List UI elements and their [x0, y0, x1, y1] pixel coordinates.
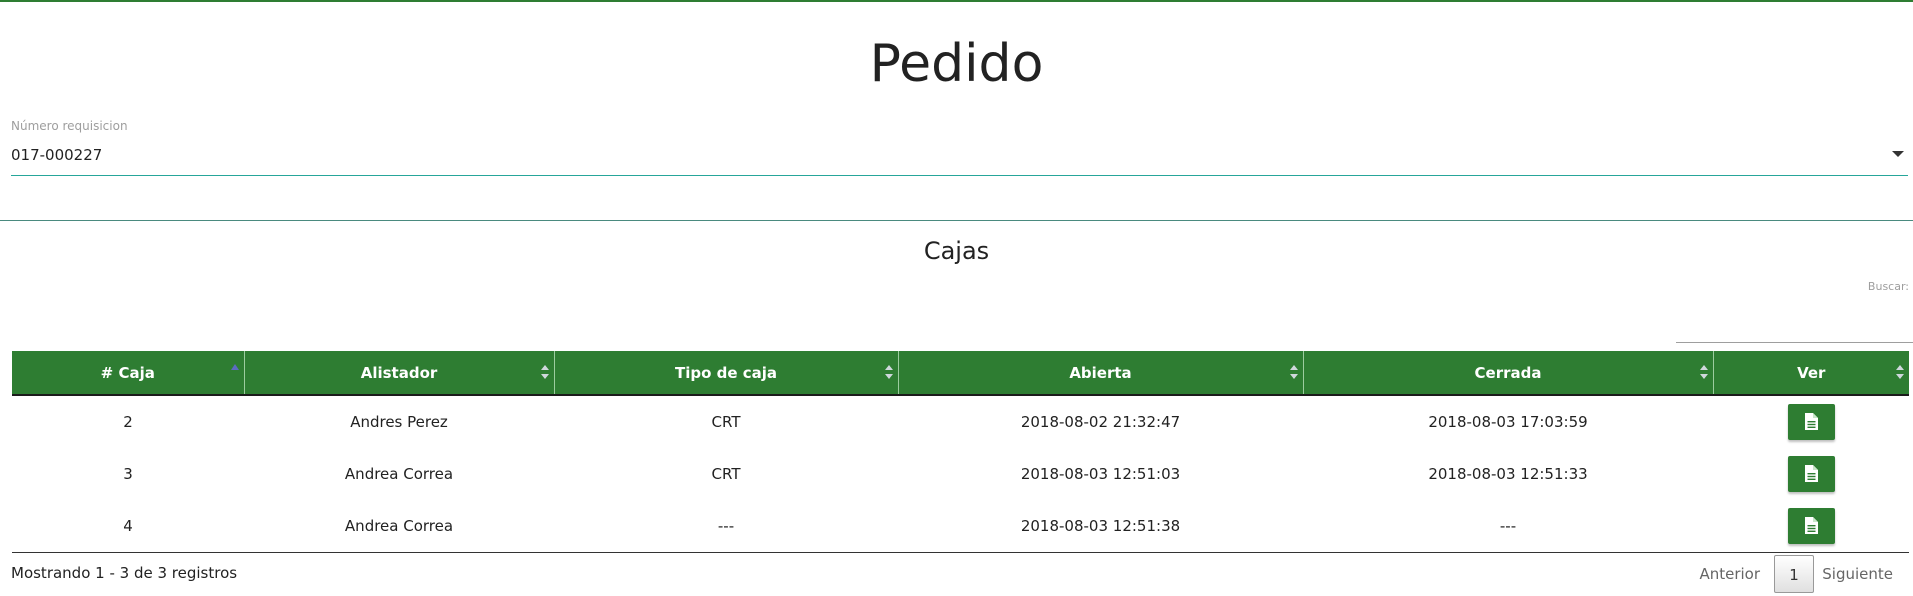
column-header-label: Alistador: [360, 363, 438, 382]
document-icon: [1804, 413, 1818, 430]
document-icon: [1804, 517, 1818, 534]
view-box-button[interactable]: [1787, 456, 1835, 492]
view-box-button[interactable]: [1787, 508, 1835, 544]
cell-tipo: CRT: [711, 413, 741, 431]
table-header-row: # Caja Alistador Tipo de caja Abierta Ce…: [12, 351, 1909, 395]
column-header-label: Tipo de caja: [674, 363, 778, 382]
boxes-section-title: Cajas: [923, 237, 990, 265]
cell-alistador: Andrea Correa: [244, 500, 554, 553]
column-header-cerrada[interactable]: Cerrada: [1303, 351, 1714, 395]
pagination-next[interactable]: Siguiente: [1822, 555, 1893, 593]
sort-icon: [1699, 365, 1708, 379]
cell-cerrada: 2018-08-03 12:51:33: [1428, 465, 1588, 483]
column-header-tipo[interactable]: Tipo de caja: [554, 351, 899, 395]
table-row: 4 Andrea Correa --- 2018-08-03 12:51:38 …: [12, 500, 1909, 553]
sort-icon: [540, 365, 549, 379]
sort-icon: [884, 365, 893, 379]
view-box-button[interactable]: [1787, 404, 1835, 440]
requisition-select[interactable]: 017-000227: [11, 140, 1908, 176]
section-divider: [0, 220, 1913, 221]
cell-ver: [1713, 395, 1909, 448]
cell-caja: 2: [123, 413, 133, 431]
cell-tipo: ---: [554, 500, 898, 553]
cell-ver: [1713, 500, 1909, 553]
cell-abierta: 2018-08-02 21:32:47: [1020, 413, 1181, 431]
cell-alistador: Andres Perez: [350, 413, 448, 431]
caret-down-icon: [1892, 151, 1904, 157]
search-input[interactable]: [1676, 320, 1913, 343]
column-header-label: # Caja: [100, 363, 155, 382]
table-row: 3 Andrea Correa CRT 2018-08-03 12:51:03 …: [12, 448, 1909, 500]
cell-cerrada: 2018-08-03 17:03:59: [1428, 413, 1588, 431]
column-header-caja[interactable]: # Caja: [12, 351, 245, 395]
pagination-page-1[interactable]: 1: [1774, 555, 1814, 593]
cell-abierta: 2018-08-03 12:51:03: [1020, 465, 1181, 483]
column-header-label: Cerrada: [1474, 363, 1542, 382]
column-header-ver[interactable]: Ver: [1713, 351, 1909, 395]
table-row: 2 Andres Perez CRT 2018-08-02 21:32:47 2…: [12, 395, 1909, 448]
requisition-label: Número requisicion: [11, 119, 128, 133]
document-icon: [1804, 465, 1818, 482]
pagination-previous[interactable]: Anterior: [1699, 555, 1760, 593]
requisition-value: 017-000227: [11, 146, 103, 164]
top-accent-bar: [0, 0, 1913, 2]
column-header-alistador[interactable]: Alistador: [244, 351, 555, 395]
cell-caja: 3: [123, 465, 133, 483]
column-header-label: Abierta: [1069, 363, 1132, 382]
sort-icon: [1896, 365, 1904, 379]
sort-icon: [1289, 365, 1298, 379]
table-info: Mostrando 1 - 3 de 3 registros: [11, 564, 238, 582]
search-label: Buscar:: [1867, 280, 1909, 293]
cell-abierta: 2018-08-03 12:51:38: [898, 500, 1303, 553]
boxes-table: # Caja Alistador Tipo de caja Abierta Ce…: [12, 351, 1909, 553]
cell-ver: [1713, 448, 1909, 500]
column-header-abierta[interactable]: Abierta: [898, 351, 1304, 395]
cell-caja: 4: [12, 500, 244, 553]
cell-cerrada: ---: [1303, 500, 1713, 553]
page-title: Pedido: [869, 34, 1044, 94]
cell-alistador: Andrea Correa: [344, 465, 454, 483]
cell-tipo: CRT: [711, 465, 741, 483]
column-header-label: Ver: [1797, 363, 1826, 382]
sort-ascending-icon: [230, 364, 239, 370]
